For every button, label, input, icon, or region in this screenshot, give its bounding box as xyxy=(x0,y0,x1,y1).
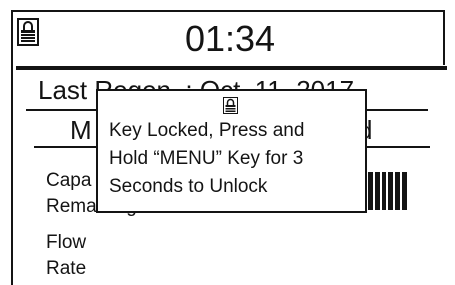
frame-right-border xyxy=(443,10,445,65)
capacity-bar-segment xyxy=(367,172,373,210)
capacity-bar-segment xyxy=(374,172,380,210)
key-locked-popup: Key Locked, Press and Hold “MENU” Key fo… xyxy=(96,89,367,213)
popup-line-2: Hold “MENU” Key for 3 xyxy=(109,148,304,169)
rate-label: Rate xyxy=(46,258,87,279)
mode-text-left: M xyxy=(70,115,92,145)
frame-top-border xyxy=(11,10,445,12)
lock-icon xyxy=(17,18,39,46)
frame-left-border xyxy=(11,10,13,285)
capacity-bar-segment xyxy=(402,172,408,210)
capacity-bar-segment xyxy=(388,172,394,210)
popup-message: Key Locked, Press and Hold “MENU” Key fo… xyxy=(109,117,304,201)
flow-label: Flow xyxy=(46,232,87,253)
popup-line-1: Key Locked, Press and xyxy=(109,120,305,141)
clock-time: 01:34 xyxy=(184,18,276,59)
lock-icon xyxy=(223,97,238,114)
capacity-bar xyxy=(361,172,408,210)
capacity-bar-segment xyxy=(381,172,387,210)
capacity-bar-segment xyxy=(395,172,401,210)
header-divider xyxy=(16,66,447,70)
capacity-label: Capa xyxy=(46,170,92,191)
popup-line-3: Seconds to Unlock xyxy=(109,176,268,197)
